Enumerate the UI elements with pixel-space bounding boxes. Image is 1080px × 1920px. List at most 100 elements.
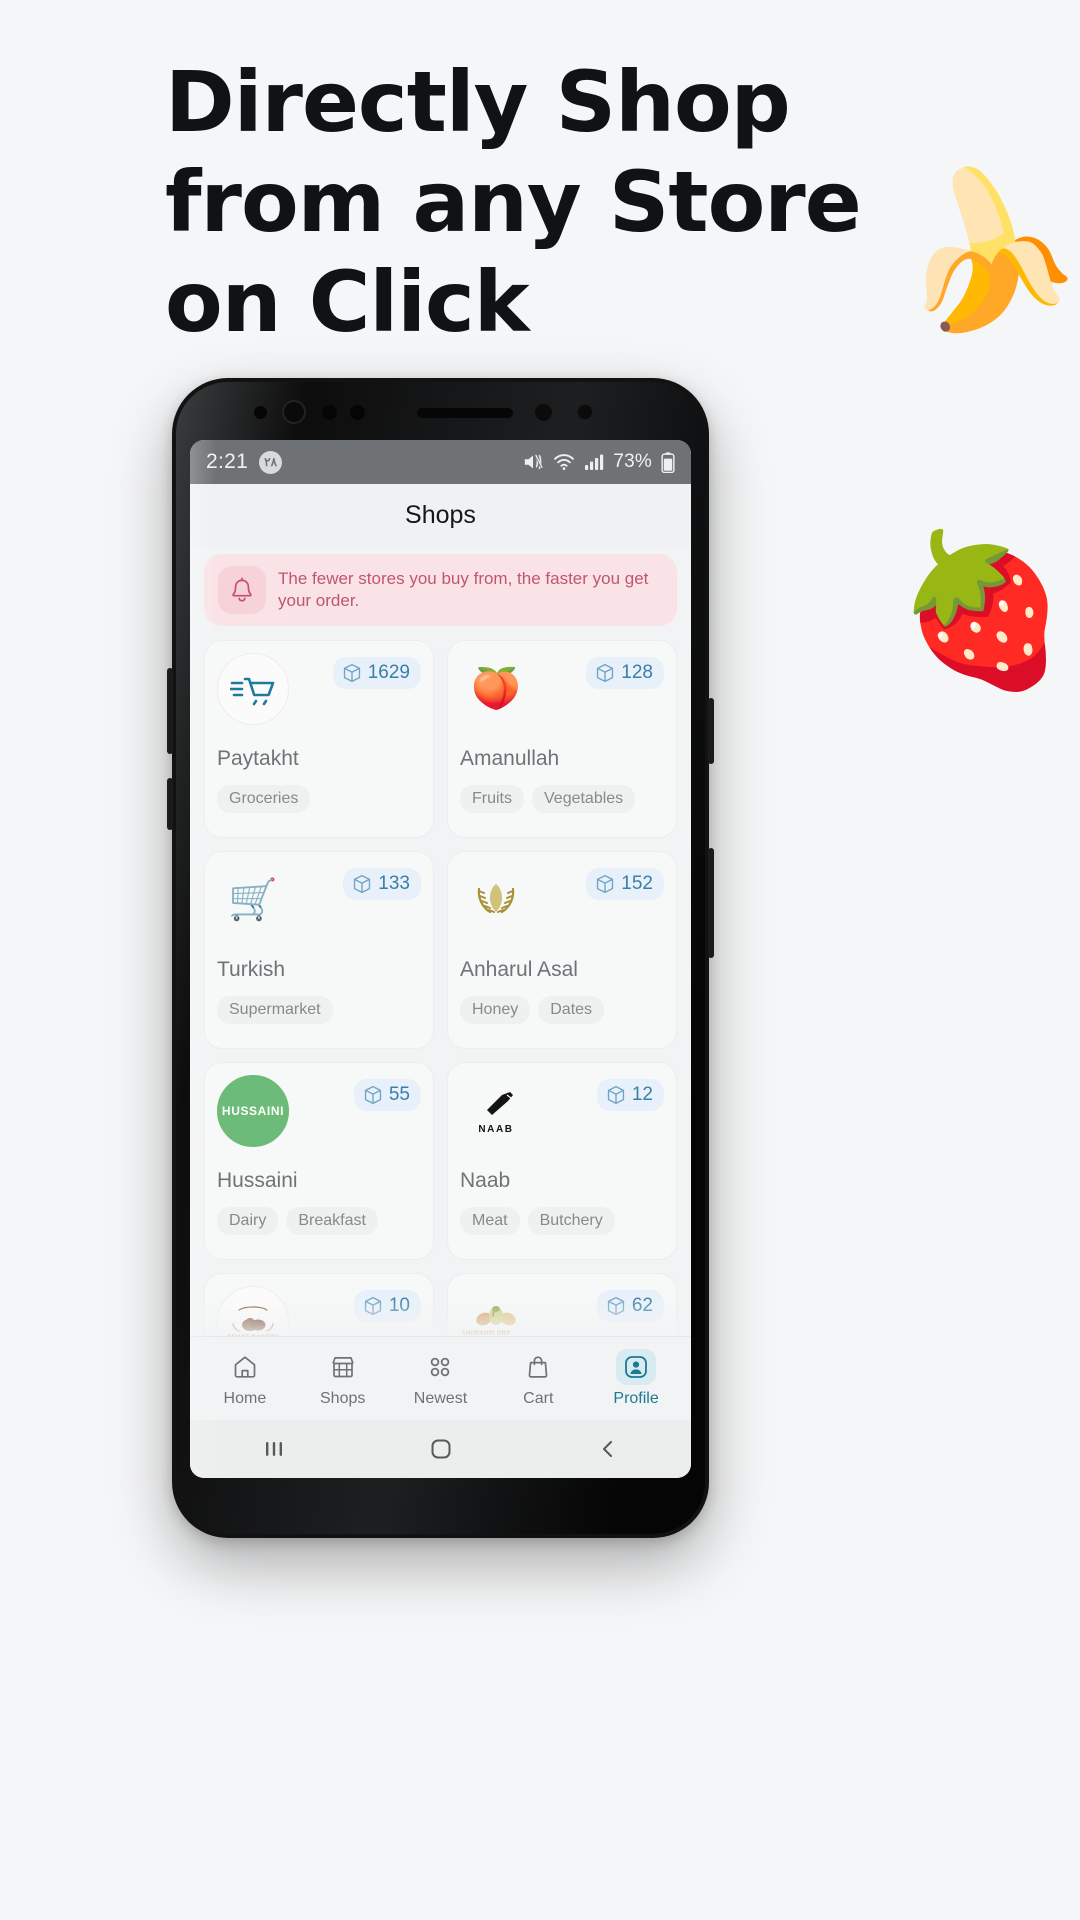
apple-decoration: 🍓 — [888, 523, 1078, 698]
shop-tag: Supermarket — [217, 996, 333, 1024]
box-icon — [343, 663, 360, 683]
shop-tag: Fruits — [460, 785, 524, 813]
battery-percent-label: 73% — [613, 451, 652, 472]
shop-card-sehat[interactable]: SEHAT BAKERY 10 Sehat — [204, 1273, 434, 1336]
shop-name: Naab — [460, 1169, 511, 1192]
secondary-sensor-icon — [534, 403, 553, 422]
shops-grid: 1629 Paytakht Groceries 🍑 128 Amanullah … — [204, 640, 677, 1336]
banana-decoration: 🍌 — [882, 150, 1080, 344]
shop-name: Hussaini — [217, 1169, 298, 1192]
shop-tags: Honey Dates — [460, 996, 664, 1024]
headline-line-3: on Click — [165, 253, 530, 351]
card-top: 🍑 128 — [460, 653, 664, 725]
person-icon — [616, 1349, 657, 1385]
shop-card-hussaini[interactable]: HUSSAINI 55 Hussaini Dairy Breakfast — [204, 1062, 434, 1260]
back-chevron-icon[interactable] — [563, 1437, 653, 1461]
nav-label: Home — [223, 1390, 267, 1407]
khurshid-logo-text: KHURSHID DRY FRUIT — [461, 1330, 511, 1337]
app-header: Shops — [190, 484, 691, 546]
nav-item-cart[interactable]: Cart — [494, 1349, 582, 1408]
shop-tags: Supermarket — [217, 996, 421, 1024]
shop-card-amanullah[interactable]: 🍑 128 Amanullah Fruits Vegetables — [447, 640, 677, 838]
nuts-icon: KHURSHID DRY FRUIT — [460, 1286, 532, 1336]
card-top: KHURSHID DRY FRUIT 62 — [460, 1286, 664, 1336]
info-banner-text: The fewer stores you buy from, the faste… — [278, 569, 649, 610]
peach-icon: 🍑 — [471, 667, 521, 711]
shop-tags: Meat Butchery — [460, 1207, 664, 1235]
proximity-sensor-icon — [254, 406, 267, 419]
shop-tag: Meat — [460, 1207, 520, 1235]
product-count-badge: 12 — [596, 1079, 664, 1111]
earpiece-speaker — [417, 408, 513, 418]
store-icon — [323, 1349, 363, 1385]
shop-tag: Vegetables — [532, 785, 636, 813]
status-icons: 73% — [522, 451, 675, 473]
product-count: 1629 — [367, 662, 410, 683]
shop-name: Amanullah — [460, 747, 560, 770]
grid-icon — [420, 1349, 460, 1385]
shop-card-paytakht[interactable]: 1629 Paytakht Groceries — [204, 640, 434, 838]
recents-icon[interactable] — [229, 1438, 319, 1460]
card-top: HUSSAINI 55 — [217, 1075, 421, 1147]
shop-tag: Butchery — [527, 1207, 615, 1235]
shops-list-scroll[interactable]: The fewer stores you buy from, the faste… — [190, 546, 691, 1336]
nav-item-home[interactable]: Home — [201, 1349, 289, 1408]
shop-tag: Honey — [460, 996, 531, 1024]
grocery-cart-icon: 🛒 — [228, 878, 278, 922]
phone-screen: 2:21 ٢٨ 73% Shops The fewer stores you b… — [190, 440, 691, 1478]
shop-card-turkish[interactable]: 🛒 133 Turkish Supermarket — [204, 851, 434, 1049]
shop-card-khurshid[interactable]: KHURSHID DRY FRUIT 62 Khurshid — [447, 1273, 677, 1336]
promo-screenshot: Directly Shop from any Store on Click 🍌 … — [0, 0, 1080, 1920]
product-count-badge: 133 — [343, 868, 421, 900]
wheat-wreath-icon — [460, 864, 532, 936]
phone-top-bezel — [172, 378, 709, 446]
product-count: 128 — [621, 662, 653, 683]
volume-down-button[interactable] — [167, 778, 173, 830]
box-icon — [364, 1296, 381, 1316]
hussaini-logo-text: HUSSAINI — [221, 1104, 285, 1118]
page-headline: Directly Shop from any Store on Click — [165, 52, 925, 352]
volume-up-button[interactable] — [167, 668, 173, 754]
led-indicator-icon — [577, 404, 593, 420]
bixby-button[interactable] — [708, 698, 714, 764]
shop-tag: Breakfast — [286, 1207, 378, 1235]
android-system-nav — [190, 1420, 691, 1478]
bag-icon — [518, 1349, 558, 1385]
light-sensor-icon — [322, 405, 337, 420]
product-count: 152 — [621, 873, 653, 894]
shop-name: Paytakht — [217, 747, 299, 770]
headline-line-1: Directly Shop — [165, 53, 791, 151]
status-app-badge-icon: ٢٨ — [259, 450, 283, 474]
power-button[interactable] — [708, 848, 714, 958]
nav-item-newest[interactable]: Newest — [396, 1349, 484, 1408]
page-title: Shops — [405, 500, 476, 529]
nav-item-profile[interactable]: Profile — [592, 1349, 680, 1408]
box-icon — [607, 1296, 624, 1316]
cart-fast-icon — [217, 653, 289, 725]
bottom-navigation: Home Shops Newest Cart Profile — [190, 1336, 691, 1420]
bakery-bread-icon: SEHAT BAKERY — [217, 1286, 289, 1336]
shop-tag: Groceries — [217, 785, 311, 813]
product-count: 133 — [378, 873, 410, 894]
card-top: 1629 — [217, 653, 421, 725]
status-bar: 2:21 ٢٨ 73% — [190, 440, 691, 484]
nav-item-shops[interactable]: Shops — [299, 1349, 387, 1408]
product-count-badge: 10 — [353, 1290, 421, 1322]
shop-name: Turkish — [217, 958, 286, 981]
product-count: 55 — [388, 1084, 410, 1105]
home-circle-icon[interactable] — [396, 1437, 486, 1461]
shop-tag: Dates — [538, 996, 605, 1024]
box-icon — [597, 663, 614, 683]
naab-logo-text: NAAB — [478, 1123, 514, 1135]
shop-card-naab[interactable]: NAAB 12 Naab Meat Butchery — [447, 1062, 677, 1260]
front-camera-icon — [350, 405, 365, 420]
shop-name: Anharul Asal — [460, 958, 578, 981]
shop-tag: Dairy — [217, 1207, 279, 1235]
product-count-badge: 62 — [596, 1290, 664, 1322]
battery-icon — [661, 451, 675, 473]
cleaver-icon: NAAB — [460, 1075, 532, 1147]
box-icon — [354, 874, 371, 894]
box-icon — [597, 874, 614, 894]
nav-label: Shops — [320, 1390, 366, 1407]
shop-card-anharul-asal[interactable]: 152 Anharul Asal Honey Dates — [447, 851, 677, 1049]
